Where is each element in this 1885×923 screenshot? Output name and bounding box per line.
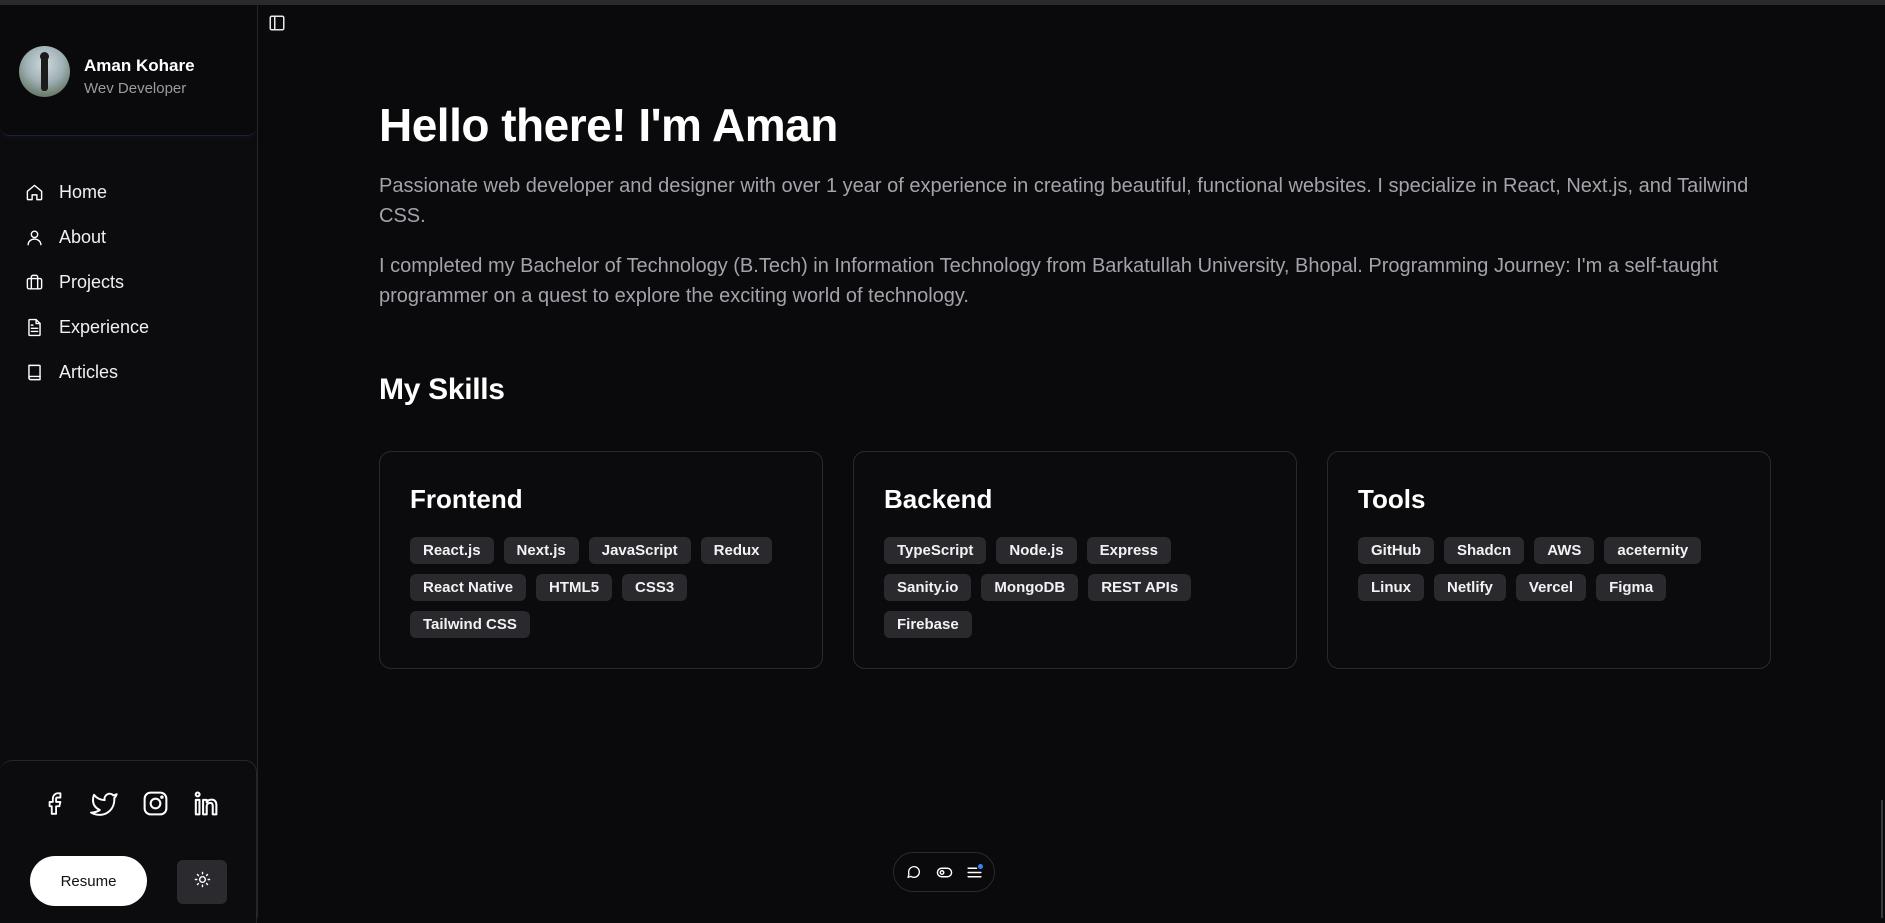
instagram-icon[interactable] (140, 788, 170, 818)
scrollbar[interactable] (1881, 800, 1883, 918)
skill-tag: React.js (410, 537, 494, 564)
sidebar-item-about[interactable]: About (0, 215, 257, 260)
sidebar-nav: Home About Projects Experience Articles (0, 170, 257, 395)
sidebar-item-projects[interactable]: Projects (0, 260, 257, 305)
user-icon (24, 228, 44, 248)
chat-icon[interactable] (905, 863, 923, 881)
skill-tag: React Native (410, 574, 527, 601)
sidebar-item-home[interactable]: Home (0, 170, 257, 215)
resume-button[interactable]: Resume (30, 856, 147, 906)
twitter-icon[interactable] (90, 788, 120, 818)
sidebar-toggle-icon[interactable] (268, 14, 286, 32)
home-icon (24, 183, 44, 203)
tag-list: React.js Next.js JavaScript Redux React … (410, 537, 792, 638)
avatar (19, 46, 70, 97)
skills-cards: Frontend React.js Next.js JavaScript Red… (379, 451, 1771, 669)
linkedin-icon[interactable] (190, 788, 220, 818)
card-title: Frontend (410, 484, 523, 514)
card-title: Tools (1358, 484, 1426, 514)
profile-name: Aman Kohare (84, 56, 195, 75)
skill-tag: aceternity (1604, 537, 1702, 564)
intro-paragraph-2: I completed my Bachelor of Technology (B… (379, 255, 1718, 307)
skill-tag: MongoDB (981, 574, 1079, 601)
card-title: Backend (884, 484, 993, 514)
sidebar-item-label: About (59, 227, 107, 247)
skill-card-tools: Tools GitHub Shadcn AWS aceternity Linux… (1327, 451, 1771, 669)
sidebar-item-label: Articles (59, 362, 119, 382)
skill-tag: TypeScript (884, 537, 987, 564)
social-links (40, 788, 220, 818)
skill-tag: JavaScript (588, 537, 691, 564)
intro-paragraph-1: Passionate web developer and designer wi… (379, 175, 1749, 227)
tag-list: GitHub Shadcn AWS aceternity Linux Netli… (1358, 537, 1740, 601)
window-top-border (0, 0, 1885, 5)
skill-tag: Sanity.io (884, 574, 972, 601)
skill-tag: Tailwind CSS (410, 611, 530, 638)
toggle-view-icon[interactable] (935, 863, 953, 881)
skill-tag: AWS (1534, 537, 1595, 564)
book-icon (24, 363, 44, 383)
sidebar-item-label: Projects (59, 272, 125, 292)
skill-tag: Shadcn (1444, 537, 1525, 564)
skill-tag: REST APIs (1088, 574, 1192, 601)
tag-list: TypeScript Node.js Express Sanity.io Mon… (884, 537, 1266, 638)
sidebar-item-experience[interactable]: Experience (0, 305, 257, 350)
skill-tag: Firebase (884, 611, 972, 638)
facebook-icon[interactable] (40, 788, 70, 818)
skill-card-frontend: Frontend React.js Next.js JavaScript Red… (379, 451, 823, 669)
profile-role: Wev Developer (84, 80, 187, 97)
skill-tag: Node.js (996, 537, 1077, 564)
profile-card: Aman Kohare Wev Developer (0, 5, 257, 136)
sidebar-item-label: Home (59, 182, 108, 202)
menu-list-icon[interactable] (965, 863, 983, 881)
skills-title: My Skills (379, 373, 505, 406)
skill-tag: HTML5 (536, 574, 613, 601)
notification-dot (978, 864, 983, 869)
skill-tag: Express (1086, 537, 1171, 564)
skill-tag: GitHub (1358, 537, 1434, 564)
skill-tag: Figma (1596, 574, 1667, 601)
document-icon (24, 318, 44, 338)
hero-title: Hello there! I'm Aman (379, 99, 838, 151)
skill-tag: Next.js (503, 537, 579, 564)
floating-dock (893, 852, 995, 892)
skill-tag: Redux (700, 537, 773, 564)
skill-tag: Vercel (1515, 574, 1587, 601)
briefcase-icon (24, 273, 44, 293)
skill-tag: Linux (1358, 574, 1424, 601)
skill-tag: CSS3 (622, 574, 688, 601)
social-panel: Resume (0, 760, 257, 923)
sun-icon (194, 871, 211, 893)
sidebar: Aman Kohare Wev Developer Home About Pro… (0, 5, 258, 923)
skill-card-backend: Backend TypeScript Node.js Express Sanit… (853, 451, 1297, 669)
theme-toggle-button[interactable] (177, 860, 227, 904)
sidebar-item-articles[interactable]: Articles (0, 350, 257, 395)
skill-tag: Netlify (1434, 574, 1506, 601)
avatar-figure-body (41, 57, 48, 91)
sidebar-item-label: Experience (59, 317, 150, 337)
